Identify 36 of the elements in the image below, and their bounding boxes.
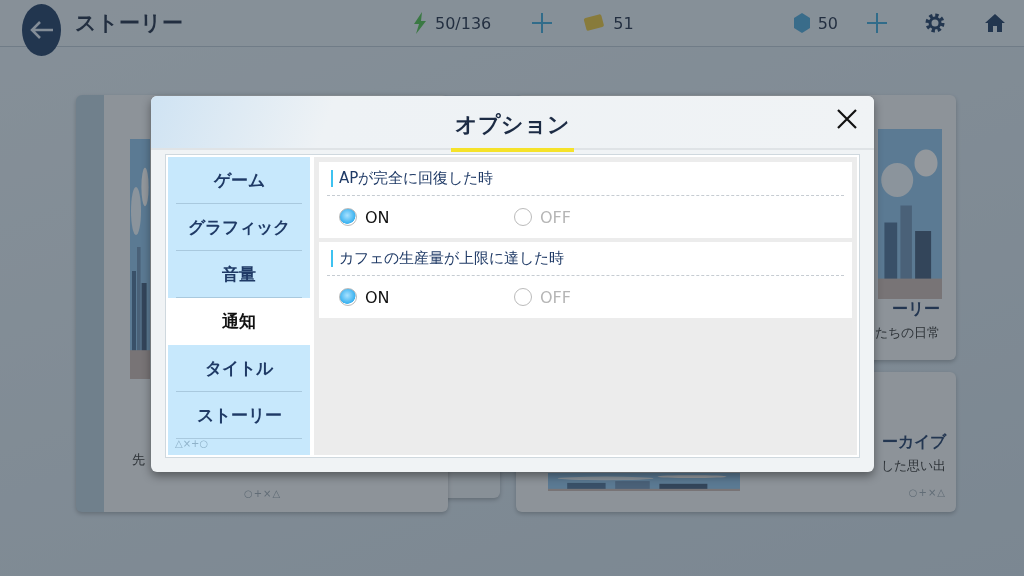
radio-option[interactable]: ON [339, 207, 514, 227]
ticket-icon [583, 14, 606, 32]
category-tab[interactable]: ストーリー [168, 392, 310, 439]
card-subtitle: した思い出 [881, 457, 946, 475]
radio-button[interactable] [339, 208, 357, 226]
setting-label: APが完全に回復した時 [331, 170, 844, 187]
category-tab[interactable]: タイトル [168, 345, 310, 392]
card-mark: ○+×△ [244, 488, 282, 499]
ticket-count: 51 [613, 13, 634, 33]
category-tab[interactable]: 通知 [168, 298, 310, 345]
back-button[interactable] [22, 4, 62, 56]
card-subtitle: たちの日常 [875, 324, 940, 342]
gem-count: 50 [817, 13, 838, 33]
card-title: ーリー [892, 299, 940, 320]
radio-button[interactable] [514, 288, 532, 306]
category-tab[interactable]: ゲーム [168, 157, 310, 204]
settings-icon[interactable] [924, 12, 946, 34]
add-button[interactable] [866, 12, 888, 34]
category-tab[interactable]: 音量 [168, 251, 310, 298]
lightning-icon [413, 12, 427, 34]
card-title: ーカイブ [882, 432, 946, 453]
back-arrow-icon [28, 19, 55, 41]
screen-title: ストーリー [75, 10, 185, 37]
card-mark: ○+×△ [908, 487, 946, 498]
home-icon[interactable] [984, 13, 1006, 33]
crystal-icon [793, 13, 810, 33]
add-button[interactable] [531, 12, 554, 34]
decor-mark: △×+○ [175, 438, 209, 449]
radio-button[interactable] [339, 288, 357, 306]
ap-count: 50/136 [435, 13, 492, 33]
category-tab[interactable]: グラフィック [168, 204, 310, 251]
radio-button[interactable] [514, 208, 532, 226]
setting-label: カフェの生産量が上限に達した時 [331, 250, 844, 267]
card-subtitle: 先 [132, 451, 145, 469]
close-icon [836, 108, 858, 130]
radio-option[interactable]: ON [339, 287, 514, 307]
